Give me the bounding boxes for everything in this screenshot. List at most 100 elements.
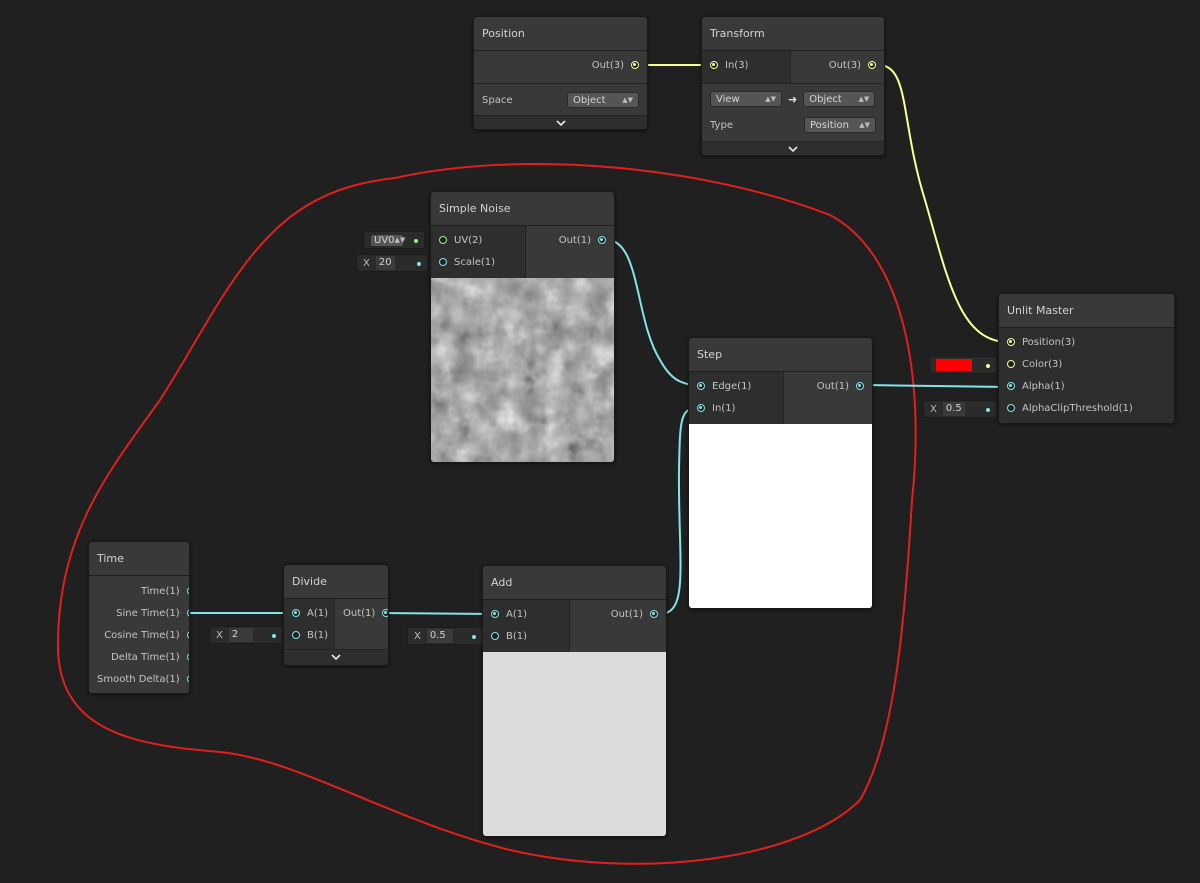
uv-channel-field[interactable]: UV0 ▲▼ [363,231,425,249]
port-master-clip[interactable]: AlphaClipThreshold(1) [999,397,1174,419]
port-step-edge[interactable]: Edge(1) [689,375,783,397]
node-title[interactable]: Add [483,566,666,600]
port-dot-icon[interactable] [868,61,876,69]
node-title[interactable]: Simple Noise [431,192,614,226]
port-master-color[interactable]: Color(3) [999,353,1174,375]
port-dot-icon[interactable] [439,258,447,266]
add-node[interactable]: Add A(1) B(1) Out(1) [482,565,667,837]
port-add-b[interactable]: B(1) [483,625,569,647]
port-dot-icon[interactable] [650,610,658,618]
port-noise-scale[interactable]: Scale(1) [431,251,525,273]
node-title[interactable]: Unlit Master [999,294,1174,328]
port-label: Time(1) [140,585,180,597]
collapse-toggle[interactable] [702,141,884,155]
port-dot-icon[interactable] [186,587,189,595]
collapse-toggle[interactable] [284,649,388,665]
chevron-down-icon [555,120,566,127]
port-add-a[interactable]: A(1) [483,603,569,625]
collapse-toggle[interactable] [474,115,647,129]
clip-threshold-field[interactable]: X 0.5 [923,400,997,418]
color-input-field[interactable] [929,356,997,374]
add-b-field[interactable]: X 0.5 [407,627,483,645]
space-dropdown[interactable]: Object ▲▼ [567,92,639,108]
port-label: In(3) [725,59,749,71]
port-time-smooth-delta[interactable]: Smooth Delta(1) [89,668,189,690]
port-transform-out[interactable]: Out(3) [791,54,884,76]
unlit-master-node[interactable]: Unlit Master Position(3) Color(3) Alpha(… [998,293,1175,424]
port-transform-in[interactable]: In(3) [702,54,790,76]
port-dot-icon[interactable] [1007,360,1015,368]
divide-b-value[interactable]: 2 [228,628,253,642]
scale-value[interactable]: 20 [375,256,395,270]
port-dot-icon[interactable] [491,632,499,640]
uv-channel-dropdown[interactable]: UV0 ▲▼ [370,233,406,247]
port-dot-icon[interactable] [292,631,300,639]
port-step-in[interactable]: In(1) [689,397,783,419]
port-noise-uv[interactable]: UV(2) [431,229,525,251]
port-label: Position(3) [1022,336,1076,348]
simple-noise-node[interactable]: Simple Noise UV(2) Scale(1) Out(1) [430,191,615,463]
updown-arrow-icon: ▲▼ [394,236,406,244]
port-dot-icon[interactable] [710,61,718,69]
port-label: Delta Time(1) [111,651,180,663]
color-swatch[interactable] [936,359,972,371]
port-dot-icon[interactable] [856,382,864,390]
port-dot-icon[interactable] [1007,404,1015,412]
port-dot-icon[interactable] [697,404,705,412]
port-divide-out[interactable]: Out(1) [335,602,388,624]
port-dot-icon[interactable] [598,236,606,244]
port-dot-icon[interactable] [1007,338,1015,346]
from-space-dropdown[interactable]: View ▲▼ [710,91,782,107]
port-position-out[interactable]: Out(3) [474,54,647,76]
node-title[interactable]: Step [689,338,872,372]
add-b-value[interactable]: 0.5 [426,629,453,643]
node-title[interactable]: Time [89,542,189,576]
port-label: AlphaClipThreshold(1) [1022,402,1133,414]
scale-input-field[interactable]: X 20 [356,254,428,272]
port-label: UV(2) [454,234,483,246]
port-dot-icon[interactable] [186,609,189,617]
time-node[interactable]: Time Time(1) Sine Time(1) Cosine Time(1)… [88,541,190,694]
clip-threshold-value[interactable]: 0.5 [942,402,965,416]
node-title[interactable]: Divide [284,565,388,599]
port-master-position[interactable]: Position(3) [999,331,1174,353]
port-label: B(1) [506,630,528,642]
step-node[interactable]: Step Edge(1) In(1) Out(1) [688,337,873,609]
node-title[interactable]: Position [474,17,647,51]
port-time-sine[interactable]: Sine Time(1) [89,602,189,624]
port-master-alpha[interactable]: Alpha(1) [999,375,1174,397]
port-add-out[interactable]: Out(1) [570,603,666,625]
updown-arrow-icon: ▲▼ [622,96,633,104]
port-time-cosine[interactable]: Cosine Time(1) [89,624,189,646]
port-dot-icon[interactable] [382,609,388,617]
port-dot-icon[interactable] [186,631,189,639]
port-dot-icon[interactable] [439,236,447,244]
divide-node[interactable]: Divide A(1) B(1) Out(1) [283,564,389,666]
port-dot-icon[interactable] [186,675,189,683]
port-dot-icon[interactable] [631,61,639,69]
divide-b-field[interactable]: X 2 [209,626,283,644]
step-preview [689,424,872,608]
port-noise-out[interactable]: Out(1) [526,229,614,251]
port-label: B(1) [307,629,329,641]
port-step-out[interactable]: Out(1) [784,375,872,397]
port-dot-icon[interactable] [186,653,189,661]
updown-arrow-icon: ▲▼ [859,121,870,129]
port-label: Out(1) [610,608,643,620]
type-dropdown[interactable]: Position ▲▼ [804,117,876,133]
port-divide-a[interactable]: A(1) [284,602,334,624]
to-space-dropdown[interactable]: Object ▲▼ [803,91,876,107]
port-dot-icon[interactable] [697,382,705,390]
position-node[interactable]: Position Out(3) Space Object ▲▼ [473,16,648,130]
node-title[interactable]: Transform [702,17,884,51]
port-time-time[interactable]: Time(1) [89,580,189,602]
transform-node[interactable]: Transform In(3) Out(3) View ▲▼ ➜ Object … [701,16,885,156]
port-time-delta[interactable]: Delta Time(1) [89,646,189,668]
port-dot-icon[interactable] [491,610,499,618]
connector-dot-icon [272,634,276,638]
port-dot-icon[interactable] [292,609,300,617]
port-divide-b[interactable]: B(1) [284,624,334,646]
arrow-right-icon: ➜ [788,92,798,106]
port-label: A(1) [307,607,329,619]
port-dot-icon[interactable] [1007,382,1015,390]
